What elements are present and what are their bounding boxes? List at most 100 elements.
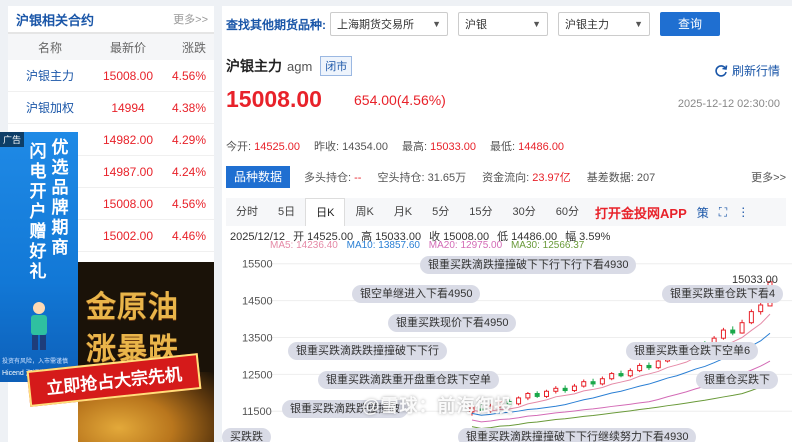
quote-code: agm xyxy=(287,58,313,74)
row-price: 14987.00 xyxy=(102,164,154,179)
stat-high: 最高: 15033.00 xyxy=(402,138,476,154)
exchange-select[interactable]: 上海期货交易所 ▼ xyxy=(330,12,448,36)
stat-label: 今开: xyxy=(226,141,252,153)
bar-label: 多头持仓: xyxy=(304,172,352,184)
ma20-value: MA20: 12975.00 xyxy=(428,240,503,251)
danmu-bubble: 银重买跌现价下看4950 xyxy=(388,314,517,332)
contract-select[interactable]: 沪银主力 ▼ xyxy=(558,12,650,36)
banner-headline-1: 金原油 xyxy=(86,291,179,324)
vertical-ad[interactable]: 广告 优选品牌期商 闪电开户赠好礼 投资有风险，入市需谨慎 Hicend 海通期… xyxy=(0,132,78,382)
row-price: 14982.00 xyxy=(102,132,154,147)
row-name[interactable]: 沪银主力 xyxy=(8,67,92,84)
col-change: 涨跌 xyxy=(181,40,206,55)
product-select[interactable]: 沪银 ▼ xyxy=(458,12,548,36)
row-change: 4.46% xyxy=(171,228,206,243)
chevron-down-icon: ▼ xyxy=(532,19,541,29)
candle-body xyxy=(544,390,549,397)
contract-value: 沪银主力 xyxy=(565,19,609,31)
tab-5day[interactable]: 5日 xyxy=(268,198,305,226)
stat-label: 最高: xyxy=(402,141,428,153)
row-price: 14994 xyxy=(111,100,145,115)
related-more-link[interactable]: 更多>> xyxy=(173,11,208,27)
tab-60min[interactable]: 60分 xyxy=(546,198,589,226)
query-button[interactable]: 查询 xyxy=(660,12,720,36)
ma5-value: MA5: 14236.40 xyxy=(270,240,338,251)
banner-ad[interactable]: 金原油 涨暴跌 xyxy=(78,262,214,442)
ma5-line xyxy=(471,313,771,413)
open-app-link[interactable]: 打开金投网APP xyxy=(595,203,687,222)
exchange-value: 上海期货交易所 xyxy=(337,19,414,31)
refresh-label: 刷新行情 xyxy=(731,64,780,78)
danmu-bubble: 银重买跌滴跌跌撞撞破下下行 xyxy=(288,342,447,360)
row-price: 15008.00 xyxy=(102,196,154,211)
stat-label: 最低: xyxy=(490,141,516,153)
bar-label: 资金流向: xyxy=(482,172,530,184)
short-positions: 空头持仓: 31.65万 xyxy=(377,169,466,185)
quote-name: 沪银主力 xyxy=(226,58,282,74)
row-name[interactable]: 沪银加权 xyxy=(8,99,92,116)
strategy-icon[interactable]: 策 xyxy=(697,204,709,221)
quote-panel: 查找其他期货品种: 上海期货交易所 ▼ 沪银 ▼ 沪银主力 ▼ 查询 沪银主力 … xyxy=(222,6,792,442)
tab-daily-k[interactable]: 日K xyxy=(305,198,346,226)
quote-timestamp: 2025-12-12 02:30:00 xyxy=(677,98,780,110)
person-icon xyxy=(31,302,47,350)
table-row[interactable]: 沪银加权 14994 4.38% xyxy=(8,92,214,124)
stat-prev-close: 昨收: 14354.00 xyxy=(314,138,388,154)
ma10-value: MA10: 13857.60 xyxy=(346,240,420,251)
more-vertical-icon[interactable]: ⋮ xyxy=(737,205,749,219)
page: 沪银相关合约 更多>> 名称 最新价 涨跌 沪银主力 15008.00 4.56… xyxy=(0,0,800,442)
ad-disclaimer: 投资有风险，入市需谨慎 xyxy=(2,359,69,365)
ad-tag: 广告 xyxy=(0,132,25,147)
product-value: 沪银 xyxy=(465,19,487,31)
tab-30min[interactable]: 30分 xyxy=(503,198,546,226)
row-price: 15002.00 xyxy=(102,228,154,243)
fullscreen-icon[interactable]: ⛶ xyxy=(719,205,727,220)
bar-value: 31.65万 xyxy=(427,172,467,184)
right-edge xyxy=(792,0,800,442)
row-change: 4.24% xyxy=(171,164,206,179)
candle-body xyxy=(655,360,661,369)
danmu-bubble: 银重买跌滴跌重开盘重仓跌下空单 xyxy=(318,371,499,389)
y-tick-label: 11500 xyxy=(242,406,272,418)
tab-product-data[interactable]: 品种数据 xyxy=(226,166,291,188)
row-price: 15008.00 xyxy=(102,68,154,83)
refresh-button[interactable]: 刷新行情 xyxy=(714,62,780,79)
bar-value: 207 xyxy=(636,172,656,184)
table-row[interactable]: 沪银主力 15008.00 4.56% xyxy=(8,60,214,92)
product-data-bar: 品种数据 多头持仓: -- 空头持仓: 31.65万 资金流向: 23.97亿 … xyxy=(226,164,786,190)
candle-body xyxy=(646,364,652,369)
tab-15min[interactable]: 15分 xyxy=(459,198,502,226)
bar-label: 基差数据: xyxy=(586,172,634,184)
product-data-more-link[interactable]: 更多>> xyxy=(751,169,786,185)
bar-value: 23.97亿 xyxy=(532,172,571,184)
tab-weekly-k[interactable]: 周K xyxy=(345,198,383,226)
tab-5min[interactable]: 5分 xyxy=(422,198,459,226)
related-contracts-header: 沪银相关合约 更多>> xyxy=(8,6,214,34)
candle-body xyxy=(618,373,624,377)
candle-body xyxy=(720,329,726,339)
danmu-bubble: 银重买跌重仓跌下看4 xyxy=(662,285,784,303)
y-tick-label: 15500 xyxy=(242,259,273,271)
quote-header: 沪银主力 agm 闭市 xyxy=(226,56,353,76)
danmu-bubble: 银重买跌滴跌撞撞破下下行下行下看4930 xyxy=(420,256,637,274)
period-tabs: 分时 5日 日K 周K 月K 5分 15分 30分 60分 打开金投网APP 策… xyxy=(226,198,786,226)
market-status-badge: 闭市 xyxy=(320,56,353,76)
tab-intraday[interactable]: 分时 xyxy=(226,198,268,226)
tab-monthly-k[interactable]: 月K xyxy=(384,198,422,226)
candle-body xyxy=(730,329,736,334)
y-tick-label: 12500 xyxy=(242,369,273,381)
candle-body xyxy=(758,304,764,313)
danmu-bubble: 银重买跌滴跌撞撞破下下行继续努力下看4930 xyxy=(458,428,697,442)
stat-value: 14525.00 xyxy=(254,141,301,153)
candle-body xyxy=(571,385,577,392)
stat-value: 14486.00 xyxy=(518,141,565,153)
row-change: 4.56% xyxy=(171,196,206,211)
stat-value: 14354.00 xyxy=(342,141,389,153)
basis-data: 基差数据: 207 xyxy=(587,169,655,185)
col-price: 最新价 xyxy=(109,40,146,55)
candle-body xyxy=(599,378,605,385)
candle-body xyxy=(516,397,522,405)
fund-flow: 资金流向: 23.97亿 xyxy=(482,169,571,185)
y-tick-label: 13500 xyxy=(242,332,273,344)
row-change: 4.56% xyxy=(171,68,206,83)
